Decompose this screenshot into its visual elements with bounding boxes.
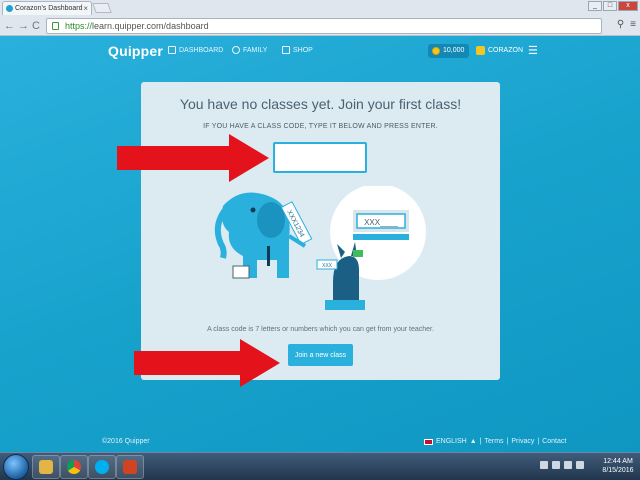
- speech-code-text: XXX____: [364, 218, 398, 227]
- tray-flag-icon[interactable]: [540, 461, 548, 469]
- contact-link[interactable]: Contact: [542, 438, 566, 445]
- tab-close-icon[interactable]: ×: [83, 2, 88, 15]
- separator: |: [479, 438, 482, 445]
- browser-toolbar-icons: ⚲ ≡: [617, 19, 636, 30]
- taskbar-clock[interactable]: 12:44 AM 8/15/2016: [598, 457, 638, 475]
- reload-button[interactable]: C: [32, 19, 40, 33]
- chrome-icon: [67, 460, 81, 474]
- nav-family-label: FAMILY: [243, 46, 268, 54]
- privacy-link[interactable]: Privacy: [511, 438, 534, 445]
- caret-up-icon[interactable]: ▲: [470, 438, 477, 445]
- arrow-to-input: [117, 134, 269, 182]
- class-code-help: A class code is 7 letters or numbers whi…: [207, 326, 434, 333]
- clock-date: 8/15/2016: [602, 467, 634, 474]
- browser-tab[interactable]: Corazon's Dashboard ×: [2, 1, 92, 15]
- language-selector[interactable]: ENGLISH: [436, 438, 467, 445]
- cart-icon: [282, 46, 290, 54]
- separator: |: [506, 438, 509, 445]
- folder-icon: [39, 460, 53, 474]
- nav-shop[interactable]: SHOP: [282, 46, 313, 54]
- card-title: You have no classes yet. Join your first…: [179, 96, 462, 112]
- terms-link[interactable]: Terms: [485, 438, 504, 445]
- footer-links: ENGLISH ▲ | Terms | Privacy | Contact: [424, 438, 566, 445]
- quipper-favicon-icon: [6, 5, 13, 12]
- tray-network-icon[interactable]: [552, 461, 560, 469]
- card-code-text: XXX: [322, 263, 333, 269]
- extension-icon[interactable]: ⚲: [617, 19, 624, 30]
- browser-menu-icon[interactable]: ≡: [630, 19, 636, 30]
- system-tray: [540, 461, 584, 469]
- close-window-button[interactable]: x: [618, 1, 638, 11]
- join-class-card: You have no classes yet. Join your first…: [141, 82, 500, 380]
- user-name: CORAZON: [488, 47, 523, 54]
- new-tab-button[interactable]: [92, 3, 112, 13]
- taskbar-explorer[interactable]: [32, 455, 60, 479]
- nav-dashboard[interactable]: DASHBOARD: [168, 46, 223, 54]
- maximize-button[interactable]: □: [603, 1, 617, 11]
- separator: |: [537, 438, 540, 445]
- elephant-character: XXX1234: [214, 192, 313, 279]
- url-bar[interactable]: https://learn.quipper.com/dashboard: [46, 18, 602, 34]
- page: Quipper DASHBOARD FAMILY SHOP 10,000 COR…: [0, 36, 640, 452]
- nav-shop-label: SHOP: [293, 46, 313, 54]
- uk-flag-icon: [424, 438, 433, 445]
- tray-antivirus-icon[interactable]: [564, 461, 572, 469]
- coin-count: 10,000: [443, 47, 465, 54]
- url-scheme: https://: [65, 21, 93, 31]
- clock-time: 12:44 AM: [603, 458, 633, 465]
- top-nav: Quipper DASHBOARD FAMILY SHOP 10,000 COR…: [0, 42, 640, 60]
- taskbar-powerpoint[interactable]: [116, 455, 144, 479]
- address-bar-row: ← → C https://learn.quipper.com/dashboar…: [0, 16, 640, 36]
- tray-volume-icon[interactable]: [576, 461, 584, 469]
- coin-balance[interactable]: 10,000: [428, 44, 470, 58]
- browser-chrome: Corazon's Dashboard × _ □ x ← → C https:…: [0, 0, 640, 36]
- arrow-to-button: [134, 339, 280, 387]
- family-icon: [232, 46, 240, 54]
- lock-icon: [52, 22, 59, 30]
- minimize-button[interactable]: _: [588, 1, 602, 11]
- avatar: [476, 46, 485, 55]
- powerpoint-icon: [123, 460, 137, 474]
- tab-title: Corazon's Dashboard: [15, 5, 83, 12]
- url-path: learn.quipper.com/dashboard: [92, 21, 209, 31]
- dashboard-icon: [168, 46, 176, 54]
- dog-character: XXX: [316, 242, 365, 310]
- class-code-input[interactable]: [273, 142, 367, 173]
- quipper-logo[interactable]: Quipper: [108, 43, 163, 59]
- taskbar-chrome[interactable]: [60, 455, 88, 479]
- coin-icon: [432, 47, 440, 55]
- footer-copyright: ©2016 Quipper: [102, 438, 150, 445]
- start-button[interactable]: [3, 454, 29, 480]
- window-controls: _ □ x: [588, 1, 638, 11]
- card-subtitle: IF YOU HAVE A CLASS CODE, TYPE IT BELOW …: [203, 123, 438, 130]
- taskbar: 12:44 AM 8/15/2016: [0, 452, 640, 480]
- join-class-button[interactable]: Join a new class: [288, 344, 353, 366]
- nav-dashboard-label: DASHBOARD: [179, 46, 224, 54]
- taskbar-skype[interactable]: [88, 455, 116, 479]
- illustration: XXX____ XXX1234 XXX: [214, 186, 426, 310]
- forward-button[interactable]: →: [18, 19, 29, 33]
- skype-icon: [95, 460, 109, 474]
- hamburger-menu-icon[interactable]: ☰: [528, 44, 538, 57]
- nav-family[interactable]: FAMILY: [232, 46, 267, 54]
- back-button[interactable]: ←: [4, 19, 15, 33]
- user-menu[interactable]: CORAZON: [476, 46, 523, 55]
